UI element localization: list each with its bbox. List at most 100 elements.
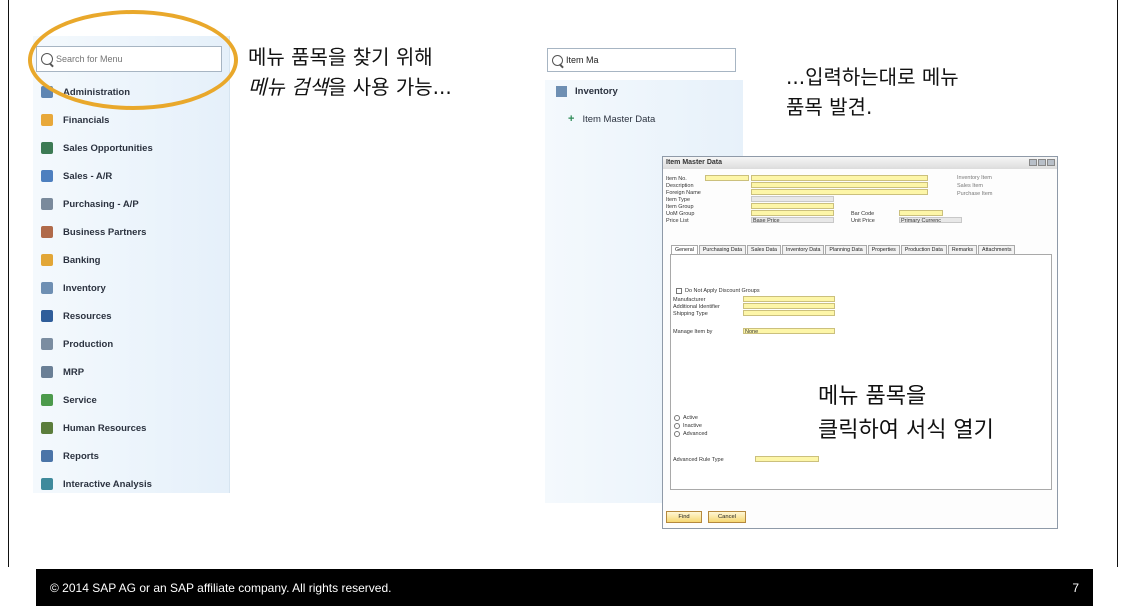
annotation-text: 을 사용 가능... [327,75,452,99]
tab-attachments[interactable]: Attachments [978,245,1016,254]
search-icon [552,54,563,66]
price-list-value: Base Price [753,218,780,224]
annotation-line: 메뉴 품목을 [818,384,927,409]
purchase-item-check[interactable]: Purchase Item [957,191,992,197]
window-title-bar: Item Master Data [663,157,1057,169]
menu-item-mrp[interactable]: MRP [41,358,226,386]
additional-identifier-field[interactable] [743,303,835,309]
label-unit-price: Unit Price [851,218,875,224]
do-not-apply-label: Do Not Apply Discount Groups [685,288,760,294]
tab-properties[interactable]: Properties [867,245,900,254]
inventory-icon [41,282,53,294]
sales-opportunities-icon [41,142,53,154]
menu-item-service[interactable]: Service [41,386,226,414]
close-icon[interactable] [1047,159,1055,166]
do-not-apply-checkbox[interactable] [676,288,682,294]
label-manufacturer: Manufacturer [673,297,706,303]
window-title: Item Master Data [666,159,723,166]
menu-item-sales-opportunities[interactable]: Sales Opportunities [41,134,226,162]
tab-general[interactable]: General [671,245,698,254]
menu-item-resources[interactable]: Resources [41,302,226,330]
inactive-radio[interactable] [674,423,680,429]
item-type-field[interactable] [751,196,834,202]
label-price-list: Price List [666,218,689,224]
advanced-rule-type-select[interactable] [755,456,819,462]
tab-planning-data[interactable]: Planning Data [825,245,867,254]
uom-group-select[interactable] [751,210,834,216]
slide-footer: © 2014 SAP AG or an SAP affiliate compan… [36,569,1093,606]
bar-code-field[interactable] [899,210,943,216]
menu-item-banking[interactable]: Banking [41,246,226,274]
description-field[interactable] [751,182,928,188]
menu-item-financials[interactable]: Financials [41,106,226,134]
menu-item-label: Business Partners [63,226,147,238]
menu-item-label: Production [63,338,114,350]
frame-left-line [8,0,9,567]
menu-item-interactive-analysis[interactable]: Interactive Analysis [41,470,226,498]
menu-item-inventory[interactable]: Inventory [41,274,226,302]
menu-search-box-typed[interactable]: Item Ma [547,48,736,72]
item-master-data-window: Item Master Data Item No. Description Fo… [662,156,1058,529]
inventory-item-check[interactable]: Inventory Item [957,175,992,181]
menu-item-sales-a-r[interactable]: Sales - A/R [41,162,226,190]
menu-item-label: Financials [63,114,110,126]
service-icon [41,394,53,406]
plus-icon: + [568,113,575,125]
annotation-emphasis: 메뉴 검색 [248,75,328,99]
result-item-master-data[interactable]: + Item Master Data [568,113,655,125]
manage-item-by-value: None [745,329,759,335]
active-radio[interactable] [674,415,680,421]
menu-item-label: Resources [63,310,112,322]
tab-remarks[interactable]: Remarks [947,245,978,254]
advanced-label: Advanced [683,431,708,437]
tab-sales-data[interactable]: Sales Data [747,245,781,254]
annotation-typing-hint: ...입력하는대로 메뉴 품목 발견. [786,62,959,122]
menu-item-purchasing-a-p[interactable]: Purchasing - A/P [41,190,226,218]
label-shipping-type: Shipping Type [673,311,708,317]
result-inventory[interactable]: Inventory [556,86,618,97]
label-description: Description [666,183,694,189]
financials-icon [41,114,53,126]
annotation-line: 메뉴 검색을 사용 가능... [248,72,452,102]
tab-purchasing-data[interactable]: Purchasing Data [698,245,747,254]
reports-icon [41,450,53,462]
menu-item-label: Interactive Analysis [63,478,152,490]
menu-item-label: Inventory [63,282,106,294]
tab-inventory-data[interactable]: Inventory Data [781,245,825,254]
manufacturer-select[interactable] [743,296,835,302]
find-button[interactable]: Find [666,511,702,523]
production-icon [41,338,53,350]
menu-item-reports[interactable]: Reports [41,442,226,470]
result-inventory-label: Inventory [575,86,618,97]
menu-item-production[interactable]: Production [41,330,226,358]
shipping-type-select[interactable] [743,310,835,316]
window-controls [1029,159,1055,166]
banking-icon [41,254,53,266]
menu-item-label: MRP [63,366,85,378]
item-no-field[interactable] [751,175,928,181]
annotation-line: 메뉴 품목을 찾기 위해 [248,45,433,69]
advanced-radio[interactable] [674,431,680,437]
label-foreign-name: Foreign Name [666,190,701,196]
annotation-line: ...입력하는대로 메뉴 [786,65,959,89]
menu-search-value[interactable]: Item Ma [566,55,599,65]
menu-item-label: Human Resources [63,422,147,434]
foreign-name-field[interactable] [751,189,928,195]
minimize-icon[interactable] [1029,159,1037,166]
frame-right-line [1117,0,1118,567]
mrp-icon [41,366,53,378]
main-menu-list: Administration Financials Sales Opportunit… [41,78,226,498]
menu-item-label: Sales - A/R [63,170,113,182]
menu-item-business-partners[interactable]: Business Partners [41,218,226,246]
maximize-icon[interactable] [1038,159,1046,166]
cancel-button[interactable]: Cancel [708,511,746,523]
menu-item-human-resources[interactable]: Human Resources [41,414,226,442]
menu-item-label: Reports [63,450,99,462]
item-no-series-select[interactable] [705,175,749,181]
annotation-line: 클릭하여 서식 열기 [818,418,994,443]
menu-item-label: Service [63,394,97,406]
sales-item-check[interactable]: Sales Item [957,183,983,189]
item-group-select[interactable] [751,203,834,209]
tab-production-data[interactable]: Production Data [900,245,947,254]
label-manage-item-by: Manage Item by [673,329,713,335]
